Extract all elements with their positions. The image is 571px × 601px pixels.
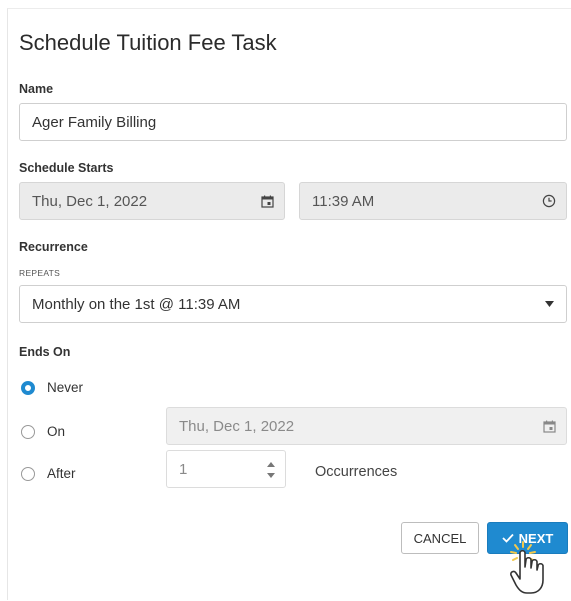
- ends-on-date-placeholder: Thu, Dec 1, 2022: [179, 417, 295, 435]
- ends-on-label: Ends On: [19, 345, 71, 359]
- occurrences-count-input[interactable]: 1: [166, 450, 286, 488]
- name-input-value: Ager Family Billing: [32, 113, 157, 131]
- hand-pointer-icon: [505, 540, 553, 596]
- dialog-title: Schedule Tuition Fee Task: [19, 30, 277, 55]
- ends-on-option[interactable]: On: [21, 424, 65, 439]
- calendar-icon: [261, 183, 274, 219]
- start-date-value: Thu, Dec 1, 2022: [32, 192, 148, 210]
- ends-after-label: After: [47, 466, 76, 481]
- ends-on-date-field[interactable]: Thu, Dec 1, 2022: [166, 407, 567, 445]
- ends-after-radio[interactable]: [21, 466, 35, 481]
- repeats-select[interactable]: Monthly on the 1st @ 11:39 AM: [19, 285, 567, 323]
- stepper-arrows-icon[interactable]: [265, 457, 277, 483]
- cancel-button-label: CANCEL: [413, 530, 467, 546]
- ends-never-radio[interactable]: [21, 380, 35, 395]
- repeats-label: REPEATS: [19, 268, 61, 278]
- ends-on-option-label: On: [47, 424, 66, 439]
- ends-never-label: Never: [47, 380, 84, 395]
- schedule-starts-label: Schedule Starts: [19, 161, 114, 175]
- cancel-button[interactable]: CANCEL: [401, 522, 479, 554]
- calendar-icon: [543, 408, 556, 444]
- occurrences-label: Occurrences: [315, 464, 398, 480]
- name-label: Name: [19, 82, 54, 96]
- name-input[interactable]: Ager Family Billing: [19, 103, 567, 141]
- ends-after-option[interactable]: After: [21, 466, 76, 481]
- caret-down-icon: [545, 286, 554, 322]
- occurrences-count-value: 1: [179, 460, 188, 478]
- start-date-field[interactable]: Thu, Dec 1, 2022: [19, 182, 285, 220]
- recurrence-label: Recurrence: [19, 240, 88, 254]
- start-time-value: 11:39 AM: [312, 192, 375, 210]
- start-time-field[interactable]: 11:39 AM: [299, 182, 567, 220]
- ends-never-option[interactable]: Never: [21, 380, 83, 395]
- repeats-selected-value: Monthly on the 1st @ 11:39 AM: [32, 295, 241, 313]
- clock-icon: [542, 183, 556, 219]
- ends-on-radio[interactable]: [21, 424, 35, 439]
